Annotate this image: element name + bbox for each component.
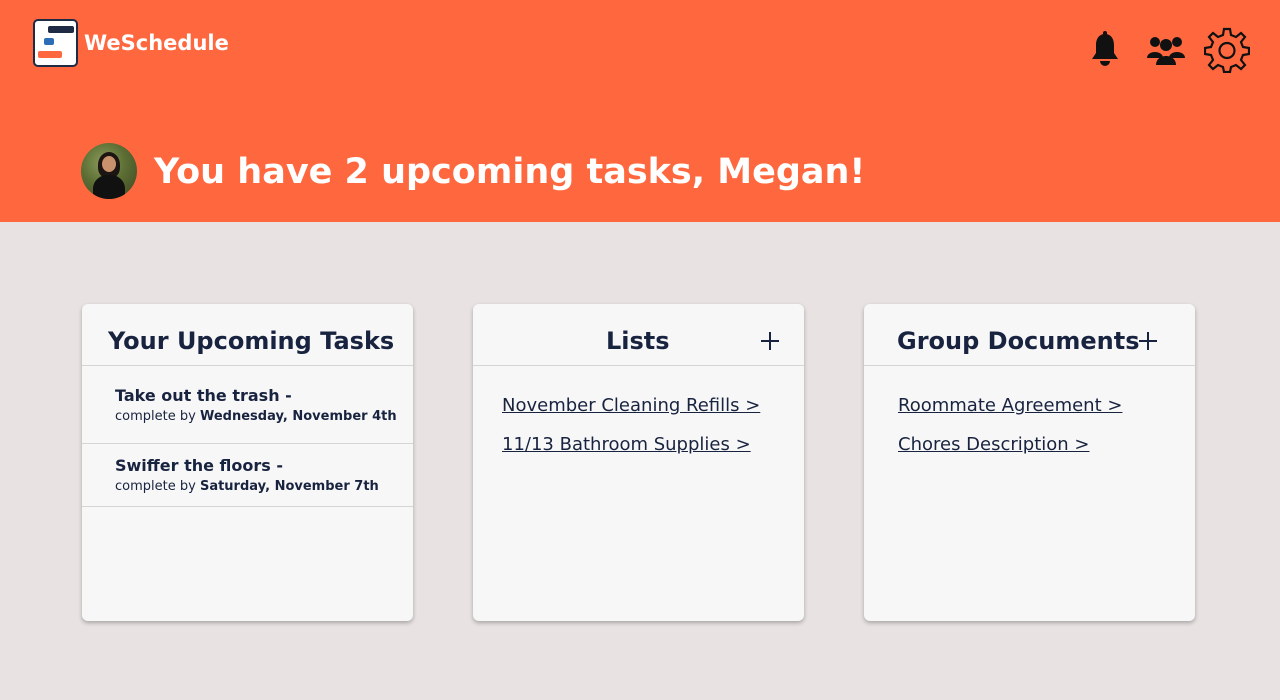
upcoming-tasks-card-header: Your Upcoming Tasks xyxy=(82,304,413,366)
list-link[interactable]: 11/13 Bathroom Supplies > xyxy=(502,434,751,456)
lists-title: Lists xyxy=(606,327,670,355)
task-due-prefix: complete by xyxy=(115,409,196,424)
upcoming-tasks-card: Your Upcoming Tasks Take out the trash -… xyxy=(82,304,413,621)
user-avatar[interactable] xyxy=(81,143,137,199)
task-due-date: Saturday, November 7th xyxy=(199,479,379,494)
group-documents-title: Group Documents xyxy=(897,327,1140,355)
task-name: Swiffer the floors - xyxy=(115,456,283,475)
logo-bar-middle xyxy=(44,38,54,45)
logo-bar-bottom xyxy=(38,51,62,58)
task-due: complete by Saturday, November 7th xyxy=(115,479,379,495)
add-list-plus-icon[interactable] xyxy=(759,330,781,352)
group-documents-card-header: Group Documents xyxy=(864,304,1195,366)
task-due-prefix: complete by xyxy=(115,479,196,494)
greeting-text: You have 2 upcoming tasks, Megan! xyxy=(154,152,866,192)
logo-bar-top xyxy=(48,26,74,33)
task-item[interactable]: Take out the trash - complete by Wednesd… xyxy=(82,366,413,444)
lists-card-header: Lists xyxy=(473,304,804,366)
app-logo[interactable] xyxy=(33,19,78,67)
app-title: WeSchedule xyxy=(84,31,229,55)
avatar-body xyxy=(93,175,125,199)
avatar-face xyxy=(102,156,116,172)
gear-icon[interactable] xyxy=(1202,26,1252,74)
lists-card: Lists November Cleaning Refills > 11/13 … xyxy=(473,304,804,621)
task-due-date: Wednesday, November 4th xyxy=(199,409,397,424)
group-documents-card: Group Documents Roommate Agreement > Cho… xyxy=(864,304,1195,621)
group-icon[interactable] xyxy=(1145,26,1187,74)
task-item[interactable]: Swiffer the floors - complete by Saturda… xyxy=(82,444,413,507)
task-due: complete by Wednesday, November 4th xyxy=(115,409,397,425)
document-link[interactable]: Roommate Agreement > xyxy=(898,395,1122,417)
list-link[interactable]: November Cleaning Refills > xyxy=(502,395,760,417)
document-link[interactable]: Chores Description > xyxy=(898,434,1090,456)
task-name: Take out the trash - xyxy=(115,386,292,405)
add-document-plus-icon[interactable] xyxy=(1137,330,1159,352)
header-banner: WeSchedule You have 2 upcoming tasks, Me… xyxy=(0,0,1280,222)
bell-icon[interactable] xyxy=(1086,26,1124,74)
upcoming-tasks-title: Your Upcoming Tasks xyxy=(108,327,395,355)
